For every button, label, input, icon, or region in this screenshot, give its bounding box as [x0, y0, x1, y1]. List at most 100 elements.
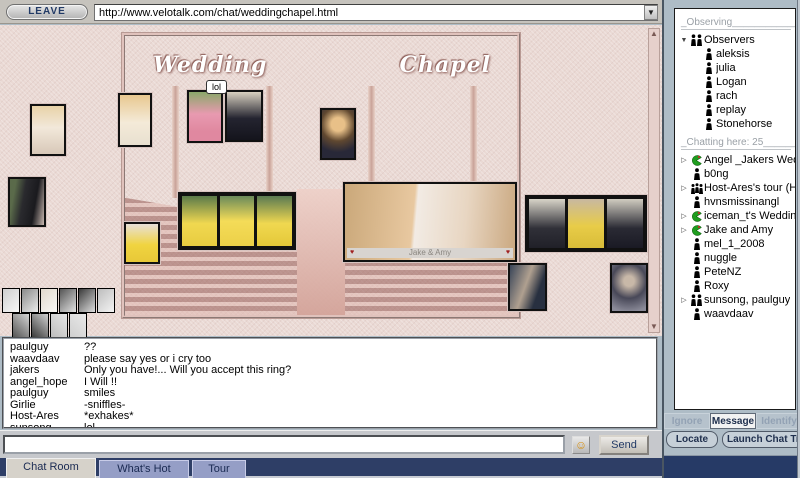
wedding-chapel-background: Wedding Chapel	[121, 32, 521, 319]
chat-message-text: smiles	[84, 387, 116, 399]
chatting-name: mel_1_2008	[704, 238, 765, 250]
chatting-row[interactable]: hvnsmissinangl	[679, 195, 795, 209]
avatar-rings-photo[interactable]: ♥ Jake & Amy ♥	[343, 182, 517, 262]
observer-row[interactable]: Logan	[679, 75, 795, 89]
observer-name: rach	[716, 90, 738, 102]
observer-row[interactable]: rach	[679, 89, 795, 103]
observer-row[interactable]: Stonehorse	[679, 117, 795, 131]
expand-right-icon[interactable]: ▷	[679, 226, 689, 234]
tab-chat-room[interactable]: Chat Room	[6, 458, 96, 478]
group-icon	[689, 182, 704, 194]
person-icon	[689, 168, 704, 180]
chatting-row[interactable]: Roxy	[679, 279, 795, 293]
chatting-row[interactable]: ▷ iceman_t's Wedding P	[679, 209, 795, 223]
locate-button[interactable]: Locate	[666, 431, 718, 448]
send-button[interactable]: Send	[599, 435, 649, 455]
right-sidebar: _Observing____________ ▼ Observers aleks…	[662, 0, 800, 478]
person-icon	[689, 238, 704, 250]
tab-tour[interactable]: Tour	[192, 460, 246, 478]
url-input[interactable]	[94, 4, 658, 21]
avatar-photo-collage[interactable]	[2, 288, 116, 340]
collage-photo	[50, 313, 68, 338]
chatting-row[interactable]: b0ng	[679, 167, 795, 181]
yellow-dress-panel	[182, 196, 217, 246]
chat-message-text: I Will !!	[84, 375, 117, 388]
expand-right-icon[interactable]: ▷	[679, 296, 689, 304]
yellow-dress-panel	[219, 196, 255, 246]
collage-photo	[12, 313, 30, 338]
observer-name: julia	[716, 62, 736, 74]
ignore-button[interactable]: Ignore	[664, 413, 710, 429]
avatar-woman-center[interactable]	[320, 108, 356, 160]
chatting-row[interactable]: PeteNZ	[679, 265, 795, 279]
chatting-row[interactable]: ▷ Host-Ares's tour (Ho	[679, 181, 795, 195]
avatar-wedding-party-triptych[interactable]	[525, 195, 647, 252]
avatar-woman-portrait[interactable]	[508, 263, 547, 311]
message-button[interactable]: Message	[710, 413, 756, 429]
avatar-groom-dark-suit[interactable]	[8, 177, 46, 227]
observer-row[interactable]: julia	[679, 61, 795, 75]
chatting-row[interactable]: ▷ Angel _Jakers Weddin	[679, 153, 795, 167]
avatar-yellow-dress-small[interactable]	[124, 222, 160, 264]
url-dropdown-arrow-icon[interactable]: ▼	[644, 5, 658, 20]
person-icon	[701, 90, 716, 102]
room-icon	[689, 210, 704, 222]
chatting-name: hvnsmissinangl	[704, 196, 780, 208]
avatar-yellow-dress-triptych[interactable]	[178, 192, 296, 250]
collage-photo	[78, 288, 96, 313]
observers-group-row[interactable]: ▼ Observers	[679, 33, 795, 47]
sidebar-bottom-strip	[664, 455, 800, 478]
scroll-down-icon[interactable]: ▼	[650, 323, 658, 331]
collage-photo	[31, 313, 49, 338]
observer-row[interactable]: replay	[679, 103, 795, 117]
avatar-woman-pink-dress[interactable]	[187, 90, 223, 143]
chapel-column	[172, 86, 180, 198]
chatting-row[interactable]: waavdaav	[679, 307, 795, 321]
room-icon	[689, 154, 704, 166]
tab-what-s-hot[interactable]: What's Hot	[99, 460, 189, 478]
observer-name: Stonehorse	[716, 118, 773, 130]
chat-message-sender: paulguy	[10, 387, 49, 399]
identify-button[interactable]: Identify	[756, 413, 800, 429]
smiley-icon: ☺	[574, 438, 588, 452]
room-scrollbar[interactable]: ▲ ▼	[648, 28, 660, 333]
collage-photo	[21, 288, 39, 313]
expand-right-icon[interactable]: ▷	[679, 184, 689, 192]
bottom-tab-bar: Chat Room What's Hot Tour	[0, 458, 662, 478]
chatting-row[interactable]: mel_1_2008	[679, 237, 795, 251]
expand-right-icon[interactable]: ▷	[679, 156, 689, 164]
avatar-man-with-hat[interactable]	[610, 263, 648, 313]
suit-panel	[529, 199, 565, 248]
person-icon	[689, 266, 704, 278]
avatar-bride-white-dress[interactable]	[118, 93, 152, 147]
launch-chat-tracker-button[interactable]: Launch Chat Tracker	[722, 431, 800, 448]
chat-message-text: lol	[84, 421, 96, 429]
scroll-up-icon[interactable]: ▲	[650, 30, 658, 38]
person-icon	[701, 48, 716, 60]
chatting-row[interactable]: nuggle	[679, 251, 795, 265]
chatting-row[interactable]: ▷ Jake and Amy	[679, 223, 795, 237]
chat-room-canvas: Wedding Chapel lol ♥ Jake & Amy ♥ ▲ ▼	[0, 25, 662, 338]
pair-icon	[689, 294, 704, 306]
smiley-button[interactable]: ☺	[572, 436, 590, 454]
chatting-name: iceman_t's Wedding P	[704, 210, 795, 222]
leave-button[interactable]: LEAVE	[6, 4, 88, 20]
message-input[interactable]	[3, 435, 565, 454]
chatting-row[interactable]: ▷ sunsong, paulguy	[679, 293, 795, 307]
person-icon	[701, 104, 716, 116]
avatar-man-tuxedo[interactable]	[225, 90, 263, 142]
person-icon	[701, 76, 716, 88]
person-icon	[689, 308, 704, 320]
observers-group-label: Observers	[704, 34, 755, 46]
chat-message-sender: paulguy	[10, 341, 49, 353]
chat-message-sender: sunsong	[10, 421, 52, 429]
user-tree-panel: _Observing____________ ▼ Observers aleks…	[674, 8, 796, 410]
chapel-aisle	[297, 189, 345, 315]
expand-down-icon[interactable]: ▼	[679, 37, 689, 44]
chatting-name: nuggle	[704, 252, 738, 264]
observer-row[interactable]: aleksis	[679, 47, 795, 61]
avatar-bride-blonde[interactable]	[30, 104, 66, 156]
expand-right-icon[interactable]: ▷	[679, 212, 689, 220]
rings-caption-bar: ♥ Jake & Amy ♥	[347, 248, 513, 258]
observer-name: Logan	[716, 76, 747, 88]
